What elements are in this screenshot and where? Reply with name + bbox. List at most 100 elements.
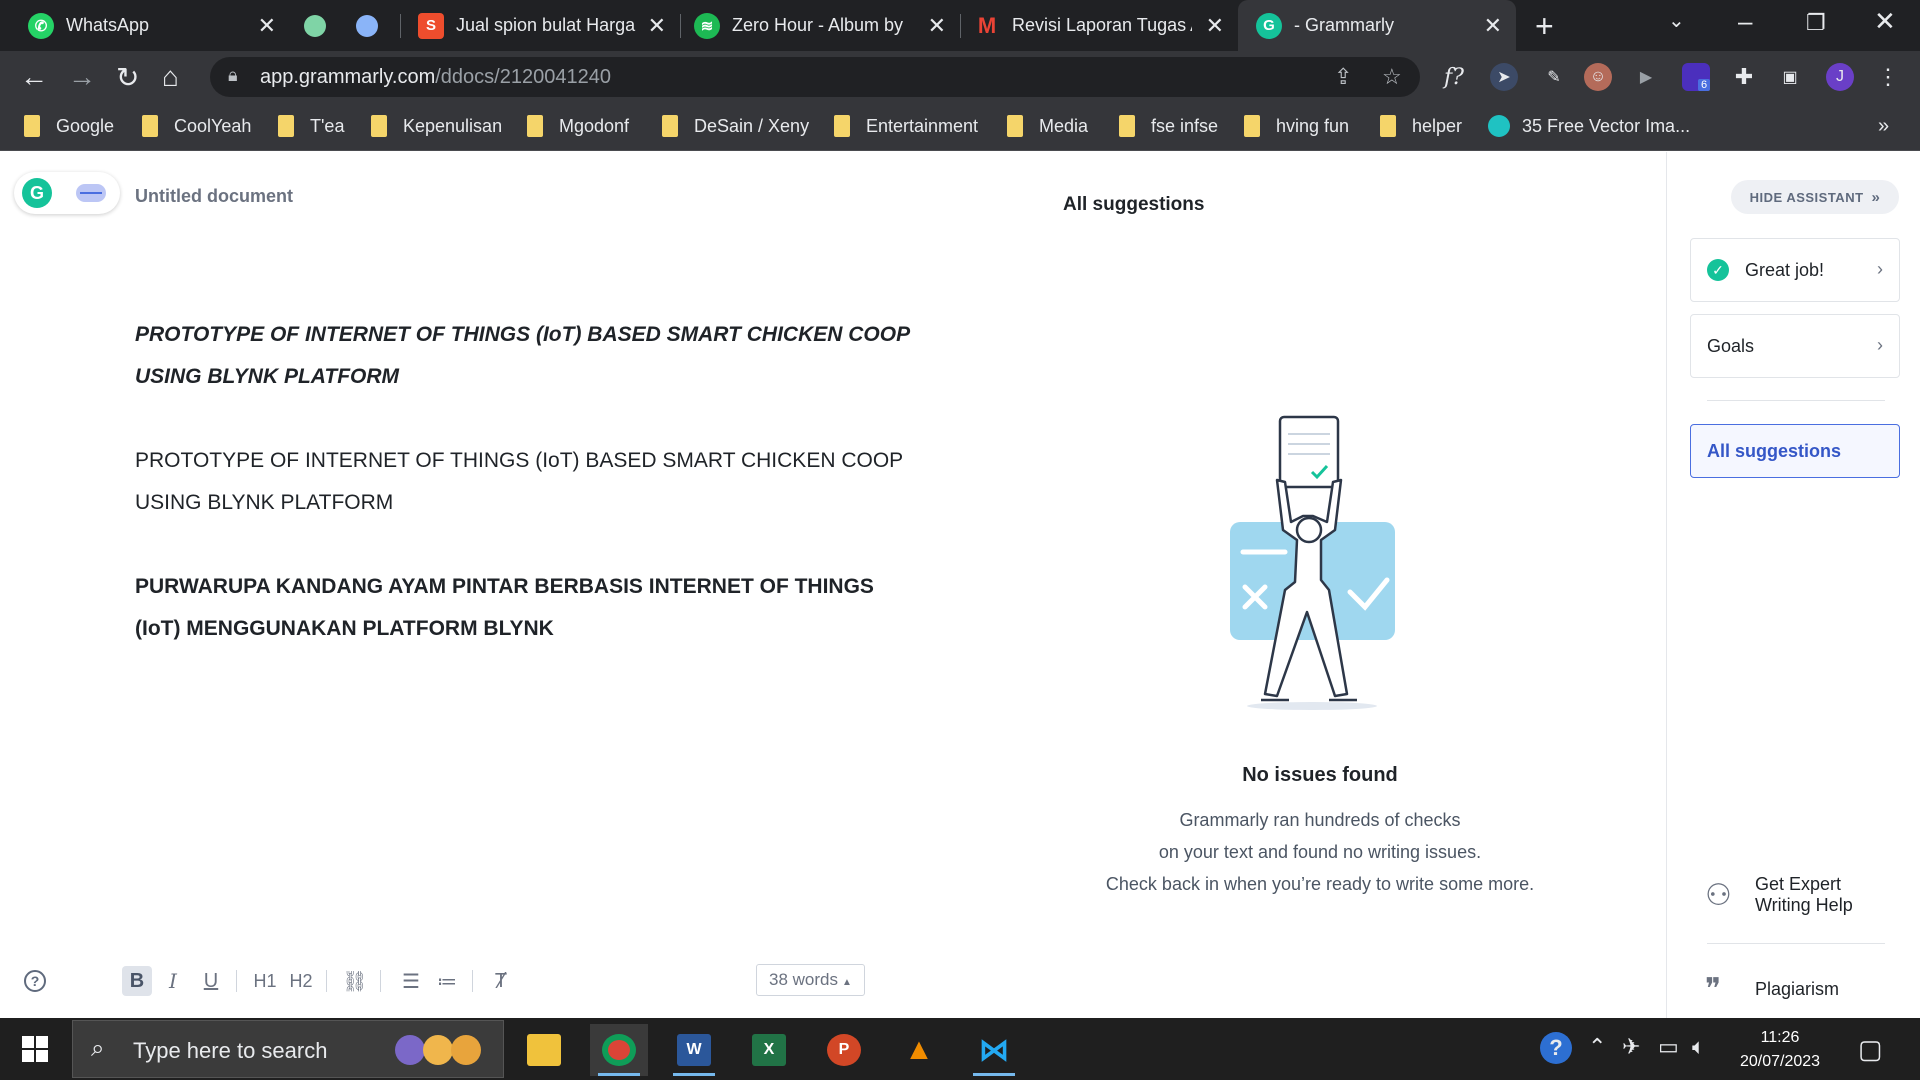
word-count[interactable]: 38 words ▲	[756, 964, 865, 996]
bookmark-tea[interactable]: T'ea	[278, 115, 344, 137]
taskbar-powerpoint[interactable]: P	[815, 1024, 873, 1076]
heading1-button[interactable]: H1	[250, 966, 280, 996]
close-icon[interactable]: ✕	[928, 13, 946, 39]
pen-extension-icon[interactable]: ✎	[1540, 63, 1568, 91]
help-icon[interactable]: ?	[24, 970, 46, 992]
great-job-card[interactable]: ✓ Great job! ›	[1690, 238, 1900, 302]
sidepanel-icon[interactable]: ▣	[1776, 63, 1804, 91]
reload-icon[interactable]: ↻	[116, 61, 139, 94]
close-icon[interactable]: ✕	[648, 13, 666, 39]
expert-writing-help-button[interactable]: ⚇ Get Expert Writing Help	[1705, 874, 1853, 916]
italic-button[interactable]: I	[158, 966, 188, 996]
chevron-up-icon[interactable]: ⌃	[1588, 1034, 1606, 1060]
url-text[interactable]: app.grammarly.com/ddocs/2120041240	[260, 66, 611, 89]
back-icon[interactable]: ←	[20, 61, 48, 93]
profile-avatar[interactable]: J	[1826, 63, 1854, 91]
grammarly-menu-pill[interactable]: G	[14, 172, 120, 214]
search-placeholder: Type here to search	[133, 1038, 328, 1063]
bookmark-mgodonf[interactable]: Mgodonf	[527, 115, 629, 137]
restore-button[interactable]: ❐	[1806, 10, 1826, 36]
close-icon[interactable]: ✕	[258, 13, 276, 39]
tab-pinned-2[interactable]	[342, 0, 394, 51]
share-icon[interactable]: ⇪	[1334, 64, 1352, 90]
taskbar-search-box[interactable]: ⌕ Type here to search	[72, 1020, 504, 1078]
help-tray-icon[interactable]: ?	[1540, 1032, 1572, 1064]
double-chevron-right-icon: »	[1871, 188, 1881, 206]
bookmark-coolyeah[interactable]: CoolYeah	[142, 115, 251, 137]
plagiarism-button[interactable]: ❞ Plagiarism	[1705, 972, 1839, 1007]
forward-icon[interactable]: →	[68, 61, 96, 93]
grammarly-logo-icon[interactable]: G	[22, 178, 52, 208]
cursor-extension-icon[interactable]: ➤	[1490, 63, 1518, 91]
minimize-button[interactable]: –	[1738, 6, 1752, 37]
folder-icon	[527, 115, 543, 137]
file-explorer-icon	[527, 1034, 561, 1066]
goals-card[interactable]: Goals ›	[1690, 314, 1900, 378]
taskbar-vlc[interactable]: ▲	[890, 1024, 948, 1076]
bookmarks-overflow-icon[interactable]: »	[1878, 115, 1889, 138]
format-separator	[236, 970, 237, 992]
close-icon[interactable]: ✕	[1484, 13, 1502, 39]
taskbar-file-explorer[interactable]	[515, 1024, 573, 1076]
taskbar-vscode[interactable]: ⋈	[965, 1024, 1023, 1076]
windows-start-icon[interactable]	[22, 1036, 48, 1062]
bookmark-free-vector[interactable]: 35 Free Vector Ima...	[1488, 115, 1690, 137]
bookmark-google[interactable]: Google	[24, 115, 114, 137]
taskbar-chrome[interactable]	[590, 1024, 648, 1076]
document-toggle-icon[interactable]	[76, 184, 106, 202]
tab-search-icon[interactable]: ⌄	[1668, 8, 1685, 33]
bookmark-desain[interactable]: DeSain / Xeny	[662, 115, 809, 137]
menu-kebab-icon[interactable]: ⋮	[1874, 63, 1902, 91]
tab-grammarly[interactable]: G - Grammarly ✕	[1238, 0, 1516, 51]
bold-button[interactable]: B	[122, 966, 152, 996]
check-circle-icon: ✓	[1707, 259, 1729, 281]
url-path: /ddocs/2120041240	[435, 66, 611, 88]
avatar-extension-icon[interactable]: ☺	[1584, 63, 1612, 91]
system-clock[interactable]: 11:26 20/07/2023	[1720, 1026, 1840, 1074]
clear-format-icon[interactable]: Ⱦ	[486, 966, 516, 996]
bookmark-hving-fun[interactable]: hving fun	[1244, 115, 1349, 137]
underline-button[interactable]: U	[196, 966, 226, 996]
taskbar-excel[interactable]: X	[740, 1024, 798, 1076]
document-editor[interactable]: PROTOTYPE OF INTERNET OF THINGS (IoT) BA…	[135, 314, 915, 692]
notification-icon[interactable]: ▢	[1858, 1034, 1883, 1065]
battery-icon[interactable]: ▭	[1658, 1034, 1679, 1060]
format-separator	[326, 970, 327, 992]
tab-gmail[interactable]: M Revisi Laporan Tugas A ✕	[960, 0, 1238, 51]
close-window-button[interactable]: ✕	[1874, 6, 1896, 37]
home-icon[interactable]: ⌂	[162, 61, 179, 93]
play-extension-icon[interactable]: ▶	[1632, 63, 1660, 91]
bookmark-media[interactable]: Media	[1007, 115, 1088, 137]
tab-pinned-1[interactable]	[290, 0, 342, 51]
formula-extension-icon[interactable]: f?	[1440, 63, 1468, 91]
numbered-list-icon[interactable]: ☰	[396, 966, 426, 996]
grammarly-icon: G	[1256, 12, 1282, 39]
bulleted-list-icon[interactable]: ≔	[432, 966, 462, 996]
speaker-icon[interactable]: 🔈︎	[1692, 1034, 1705, 1060]
airplane-icon[interactable]: ✈	[1622, 1034, 1640, 1060]
puzzle-icon[interactable]: ✚	[1730, 63, 1758, 91]
bookmark-kepenulisan[interactable]: Kepenulisan	[371, 115, 502, 137]
all-suggestions-tab[interactable]: All suggestions	[1690, 424, 1900, 478]
link-icon[interactable]: ⛓	[340, 966, 370, 996]
bookmark-fse-infse[interactable]: fse infse	[1119, 115, 1218, 137]
paragraph-title-english-bold-italic[interactable]: PROTOTYPE OF INTERNET OF THINGS (IoT) BA…	[135, 314, 915, 398]
close-icon[interactable]: ✕	[1206, 13, 1224, 39]
tab-spotify[interactable]: ≋ Zero Hour - Album by ✕	[680, 0, 960, 51]
heading2-button[interactable]: H2	[286, 966, 316, 996]
bookmark-helper[interactable]: helper	[1380, 115, 1462, 137]
paragraph-title-english-regular[interactable]: PROTOTYPE OF INTERNET OF THINGS (IoT) BA…	[135, 440, 915, 524]
bookmark-entertainment[interactable]: Entertainment	[834, 115, 978, 137]
bookmark-star-icon[interactable]: ☆	[1382, 64, 1402, 90]
stack-extension-icon[interactable]: 6	[1682, 63, 1711, 91]
new-tab-button[interactable]: +	[1535, 8, 1554, 45]
taskbar-word[interactable]: W	[665, 1024, 723, 1076]
document-title[interactable]: Untitled document	[135, 186, 293, 207]
hide-assistant-button[interactable]: HIDE ASSISTANT »	[1731, 180, 1899, 214]
tab-shopee[interactable]: S Jual spion bulat Harga ✕	[400, 0, 680, 51]
tab-whatsapp[interactable]: ✆ WhatsApp ✕	[0, 0, 290, 51]
address-bar[interactable]: 🔒︎ app.grammarly.com/ddocs/2120041240 ⇪ …	[210, 57, 1420, 97]
bookmark-label: Google	[56, 115, 115, 136]
paragraph-title-indonesian-bold[interactable]: PURWARUPA KANDANG AYAM PINTAR BERBASIS I…	[135, 566, 915, 650]
illustration-shadow	[1247, 702, 1377, 710]
